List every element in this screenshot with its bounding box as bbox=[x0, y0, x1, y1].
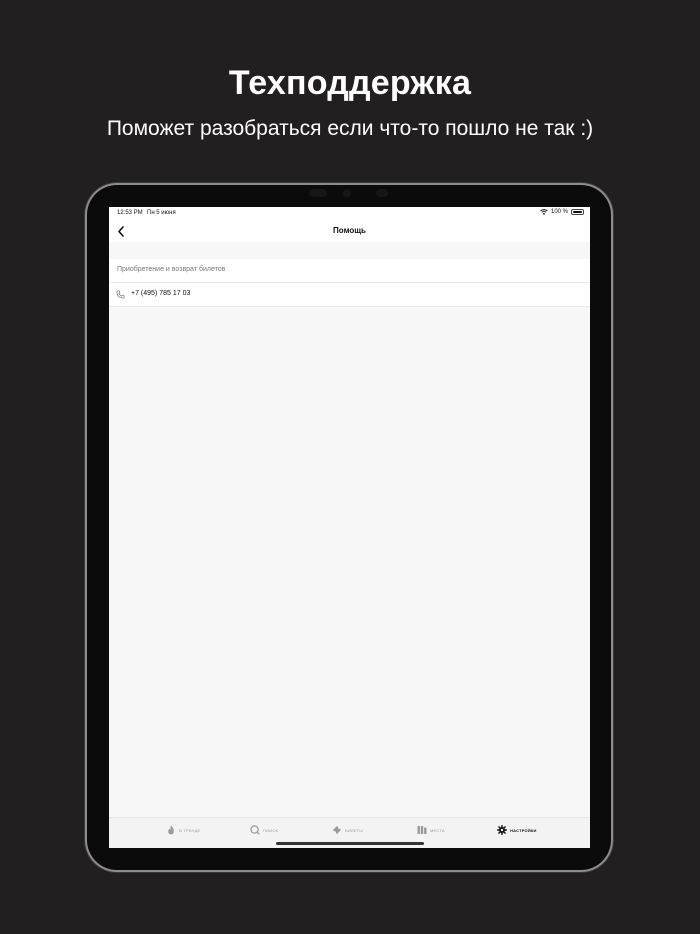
page-title: Помощь bbox=[333, 226, 366, 235]
phone-contact-row[interactable]: +7 (495) 785 17 03 bbox=[109, 283, 590, 307]
section-header: Приобретение и возврат билетов bbox=[109, 259, 590, 283]
promo-title: Техподдержка bbox=[228, 64, 472, 102]
navigation-bar: Помощь bbox=[109, 221, 590, 242]
sensor-icon bbox=[309, 189, 327, 197]
status-date: Пн 5 июня bbox=[147, 210, 176, 216]
status-bar: 12:53 PM Пн 5 июня 100 % bbox=[109, 207, 590, 221]
tab-label: билеты bbox=[345, 827, 363, 833]
promo-subtitle: Поможет разобраться если что-то пошло не… bbox=[106, 117, 594, 140]
tab-label: поиск bbox=[263, 827, 279, 833]
ticket-icon bbox=[333, 826, 341, 834]
tab-search[interactable]: поиск bbox=[250, 825, 278, 835]
gear-icon bbox=[497, 825, 507, 835]
phone-icon bbox=[116, 290, 125, 299]
tab-label: места bbox=[430, 827, 445, 833]
battery-icon bbox=[571, 209, 584, 215]
section-header-label: Приобретение и возврат билетов bbox=[117, 266, 226, 273]
places-icon bbox=[417, 826, 427, 834]
tab-tickets[interactable]: билеты bbox=[332, 825, 363, 835]
tab-label: настройки bbox=[510, 827, 537, 833]
tab-settings[interactable]: настройки bbox=[497, 825, 537, 835]
sensor-icon bbox=[376, 189, 388, 197]
battery-percent: 100 % bbox=[550, 209, 568, 215]
status-time: 12:53 PM bbox=[117, 210, 143, 216]
wifi-icon bbox=[540, 209, 548, 215]
tab-places[interactable]: места bbox=[417, 825, 445, 835]
app-screen: 12:53 PM Пн 5 июня 100 % Помощь Приобрет… bbox=[109, 207, 590, 848]
tab-label: в тренде bbox=[179, 827, 201, 833]
camera-icon bbox=[343, 189, 351, 197]
status-right: 100 % bbox=[540, 209, 584, 215]
search-icon bbox=[250, 825, 260, 835]
phone-number: +7 (495) 785 17 03 bbox=[131, 290, 191, 297]
home-indicator[interactable] bbox=[276, 842, 424, 845]
flame-icon bbox=[168, 825, 174, 835]
tab-trending[interactable]: в тренде bbox=[166, 825, 200, 835]
